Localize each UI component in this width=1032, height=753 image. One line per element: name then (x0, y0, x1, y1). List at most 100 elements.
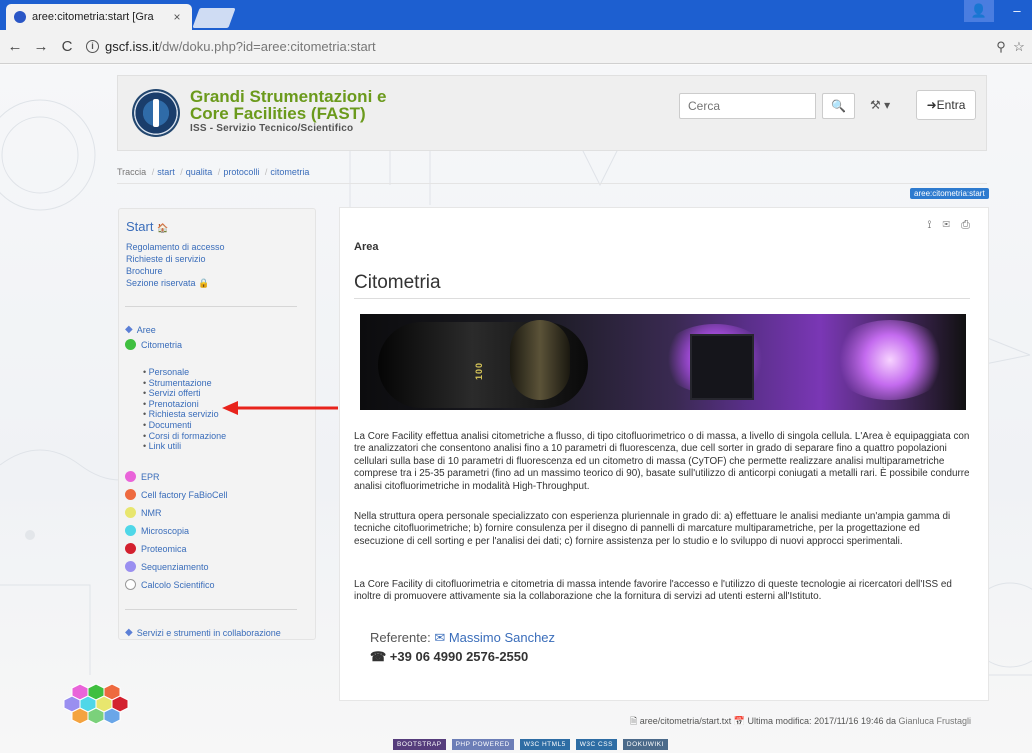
sidebar-link-regolamento[interactable]: Regolamento di accesso (126, 241, 225, 253)
last-modified: Ultima modifica: 2017/11/16 19:46 (747, 716, 884, 726)
sidebar-item-proteomica[interactable]: Proteomica (125, 543, 187, 554)
referente: Referente: ✉ Massimo Sanchez (370, 630, 555, 646)
paragraph-staff: Nella struttura opera personale speciali… (354, 511, 951, 547)
badge-dokuwiki[interactable]: DOKUWIKI (622, 739, 668, 750)
iss-logo[interactable] (132, 89, 180, 137)
referente-label: Referente: (370, 630, 431, 645)
page-viewport: Grandi Strumentazioni e Core Facilities … (0, 65, 1032, 753)
login-button[interactable]: ➜Entra (916, 90, 976, 120)
sidebar-link-brochure[interactable]: Brochure (126, 265, 225, 277)
hero-label: 100 (474, 361, 485, 381)
reload-button[interactable]: C (56, 38, 78, 55)
aree-icon: ◆ (125, 324, 133, 335)
site-title[interactable]: Grandi Strumentazioni e Core Facilities … (190, 88, 386, 122)
toolbar-actions: ⚲ ☆ (992, 39, 1028, 55)
hero-ring (510, 320, 570, 400)
microscopia-icon (125, 525, 136, 536)
breadcrumb-item[interactable]: start (157, 167, 175, 177)
close-icon[interactable]: × (170, 10, 184, 24)
calendar-icon: 📅 (733, 716, 746, 726)
url-path: /dw/doku.php?id=aree:citometria:start (158, 39, 376, 54)
badge-bootstrap[interactable]: BOOTSTRAP (393, 739, 446, 750)
sidebar-subitem-strumentazione[interactable]: Strumentazione (143, 378, 226, 389)
sidebar-subitem-richiesta[interactable]: Richiesta servizio (143, 409, 226, 420)
sidebar-item-sequenziamento[interactable]: Sequenziamento (125, 561, 209, 572)
main-content: ⟟ ✉ ⎙ Area Citometria 100 La Core Facili… (339, 207, 989, 701)
collab-icon: ◆ (125, 627, 133, 638)
sidebar-subitem-servizi[interactable]: Servizi offerti (143, 388, 226, 399)
page-tools[interactable]: ⟟ ✉ ⎙ (927, 219, 974, 232)
sidebar-item-nmr[interactable]: NMR (125, 507, 162, 518)
sidebar-divider (125, 609, 297, 610)
profile-icon[interactable]: 👤 (964, 0, 994, 22)
calcolo-icon (125, 579, 136, 590)
sidebar-subitem-personale[interactable]: Personale (143, 367, 226, 378)
sidebar-item-epr[interactable]: EPR (125, 471, 160, 482)
breadcrumb-item[interactable]: citometria (270, 167, 309, 177)
sidebar-item-citometria[interactable]: Citometria (125, 339, 182, 350)
sidebar-item-label: Servizi e strumenti in collaborazione (136, 627, 281, 638)
hero-glow (830, 320, 950, 400)
title-divider (354, 298, 970, 299)
badge-css[interactable]: W3C CSS (575, 739, 617, 750)
sidebar-item-calcolo[interactable]: Calcolo Scientifico (125, 579, 215, 590)
search-button[interactable]: 🔍 (822, 93, 855, 119)
breadcrumb-item[interactable]: protocolli (223, 167, 259, 177)
site-subtitle: ISS - Servizio Tecnico/Scientifico (190, 123, 354, 134)
site-title-line1: Grandi Strumentazioni e (190, 87, 387, 106)
info-icon[interactable]: i (86, 40, 99, 53)
area-label: Area (354, 241, 379, 253)
sidebar-links: Regolamento di accesso Richieste di serv… (126, 241, 225, 289)
sidebar-item-collaborazione[interactable]: ◆ Servizi e strumenti in collaborazione (125, 627, 281, 638)
sidebar-item-microscopia[interactable]: Microscopia (125, 525, 189, 536)
zoom-icon[interactable]: ⚲ (992, 39, 1010, 55)
breadcrumb-item[interactable]: qualita (186, 167, 213, 177)
citometria-icon (125, 339, 136, 350)
window-controls: 👤 – (964, 0, 1032, 30)
sidebar-item-label: EPR (141, 471, 160, 482)
sidebar-item-label: Aree (136, 324, 156, 335)
page-title: Citometria (354, 272, 441, 293)
breadcrumb-divider (117, 183, 987, 184)
sidebar-item-cellfactory[interactable]: Cell factory FaBioCell (125, 489, 228, 500)
sidebar-item-label: Cell factory FaBioCell (141, 489, 228, 500)
referente-email-link[interactable]: ✉ Massimo Sanchez (434, 630, 555, 645)
forward-button[interactable]: → (30, 38, 52, 55)
sidebar-subitem-prenotazioni[interactable]: Prenotazioni (143, 399, 226, 410)
modified-by-user[interactable]: Gianluca Frustagli (899, 716, 972, 726)
sidebar-item-label: NMR (141, 507, 162, 518)
hero-image: 100 (360, 314, 966, 410)
search-input[interactable] (679, 93, 816, 119)
tools-dropdown[interactable]: ⚒ ▾ (870, 98, 890, 112)
badge-php[interactable]: PHP POWERED (451, 739, 514, 750)
site-title-line2: Core Facilities (FAST) (190, 104, 366, 123)
back-button[interactable]: ← (4, 38, 26, 55)
new-tab-button[interactable] (192, 8, 236, 28)
sidebar-subitem-documenti[interactable]: Documenti (143, 420, 226, 431)
address-bar[interactable]: i gscf.iss.it/dw/doku.php?id=aree:citome… (86, 35, 992, 59)
sidebar-start-link[interactable]: Start 🏠 (126, 219, 168, 234)
breadcrumb-label: Traccia (117, 167, 147, 177)
sidebar-link-richieste[interactable]: Richieste di servizio (126, 253, 225, 265)
page-id-badge[interactable]: aree:citometria:start (910, 188, 989, 199)
minimize-button[interactable]: – (1002, 0, 1032, 22)
sidebar-subitem-corsi[interactable]: Corsi di formazione (143, 431, 227, 442)
browser-tab[interactable]: aree:citometria:start [Gra × (6, 4, 192, 30)
sidebar-item-label: Sequenziamento (141, 561, 209, 572)
modified-by-label: da (885, 716, 896, 726)
sidebar-subitem-link[interactable]: Link utili (143, 441, 226, 452)
paragraph-access: La Core Facility di citofluorimetria e c… (354, 579, 952, 603)
epr-icon (125, 471, 136, 482)
hero-block (690, 334, 754, 400)
sidebar-item-label: Citometria (141, 339, 183, 350)
badge-html5[interactable]: W3C HTML5 (519, 739, 570, 750)
paragraph-intro: La Core Facility effettua analisi citome… (354, 431, 970, 492)
browser-toolbar: ← → C i gscf.iss.it/dw/doku.php?id=aree:… (0, 30, 1032, 64)
sidebar-item-aree[interactable]: ◆ Aree (125, 324, 156, 335)
bookmark-star-icon[interactable]: ☆ (1010, 39, 1028, 55)
sidebar-link-riservata[interactable]: Sezione riservata 🔒 (126, 277, 225, 289)
sidebar-start-label: Start (126, 219, 154, 234)
sidebar-divider (125, 306, 297, 307)
file-icon: 🗎 (630, 716, 638, 726)
nmr-icon (125, 507, 136, 518)
